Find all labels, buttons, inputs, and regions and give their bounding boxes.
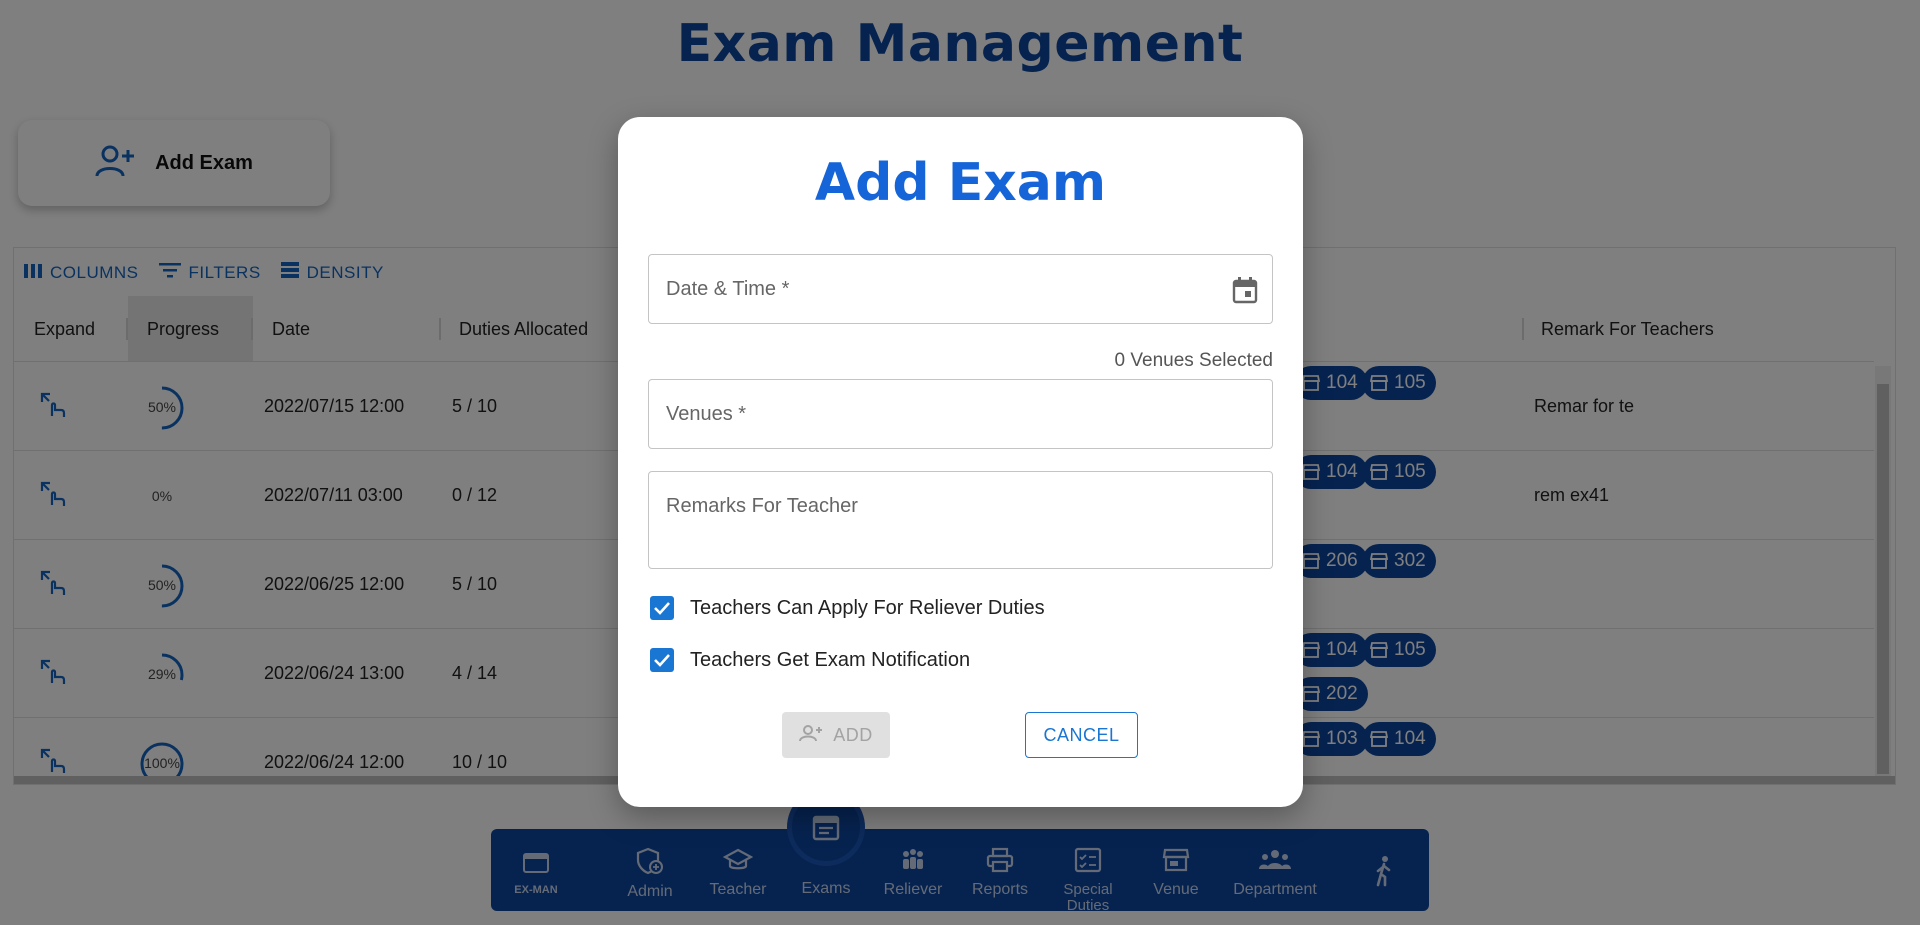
- venues-placeholder: Venues *: [666, 403, 747, 425]
- venues-field[interactable]: Venues *: [648, 379, 1273, 449]
- check-icon: [654, 654, 670, 667]
- dialog-title: Add Exam: [814, 153, 1107, 213]
- check-icon: [654, 602, 670, 615]
- cancel-button[interactable]: CANCEL: [1025, 712, 1138, 758]
- add-exam-dialog: Add Exam Date & Time * 0 Venues Selected…: [618, 117, 1303, 807]
- add-button-label: ADD: [833, 724, 873, 745]
- reliever-checkbox-row[interactable]: Teachers Can Apply For Reliever Duties: [650, 596, 1045, 620]
- date-time-placeholder: Date & Time *: [666, 278, 790, 300]
- calendar-icon[interactable]: [1232, 276, 1258, 309]
- notification-checkbox-label: Teachers Get Exam Notification: [690, 648, 971, 671]
- reliever-checkbox-label: Teachers Can Apply For Reliever Duties: [690, 596, 1045, 619]
- date-time-field[interactable]: Date & Time *: [648, 254, 1273, 324]
- venues-selected-count: 0 Venues Selected: [1114, 350, 1273, 371]
- notification-checkbox-row[interactable]: Teachers Get Exam Notification: [650, 648, 970, 672]
- person-add-icon: [799, 724, 823, 747]
- remarks-placeholder: Remarks For Teacher: [666, 495, 858, 517]
- remarks-field[interactable]: Remarks For Teacher: [648, 471, 1273, 569]
- notification-checkbox[interactable]: [650, 648, 674, 672]
- add-button[interactable]: ADD: [782, 712, 890, 758]
- reliever-checkbox[interactable]: [650, 596, 674, 620]
